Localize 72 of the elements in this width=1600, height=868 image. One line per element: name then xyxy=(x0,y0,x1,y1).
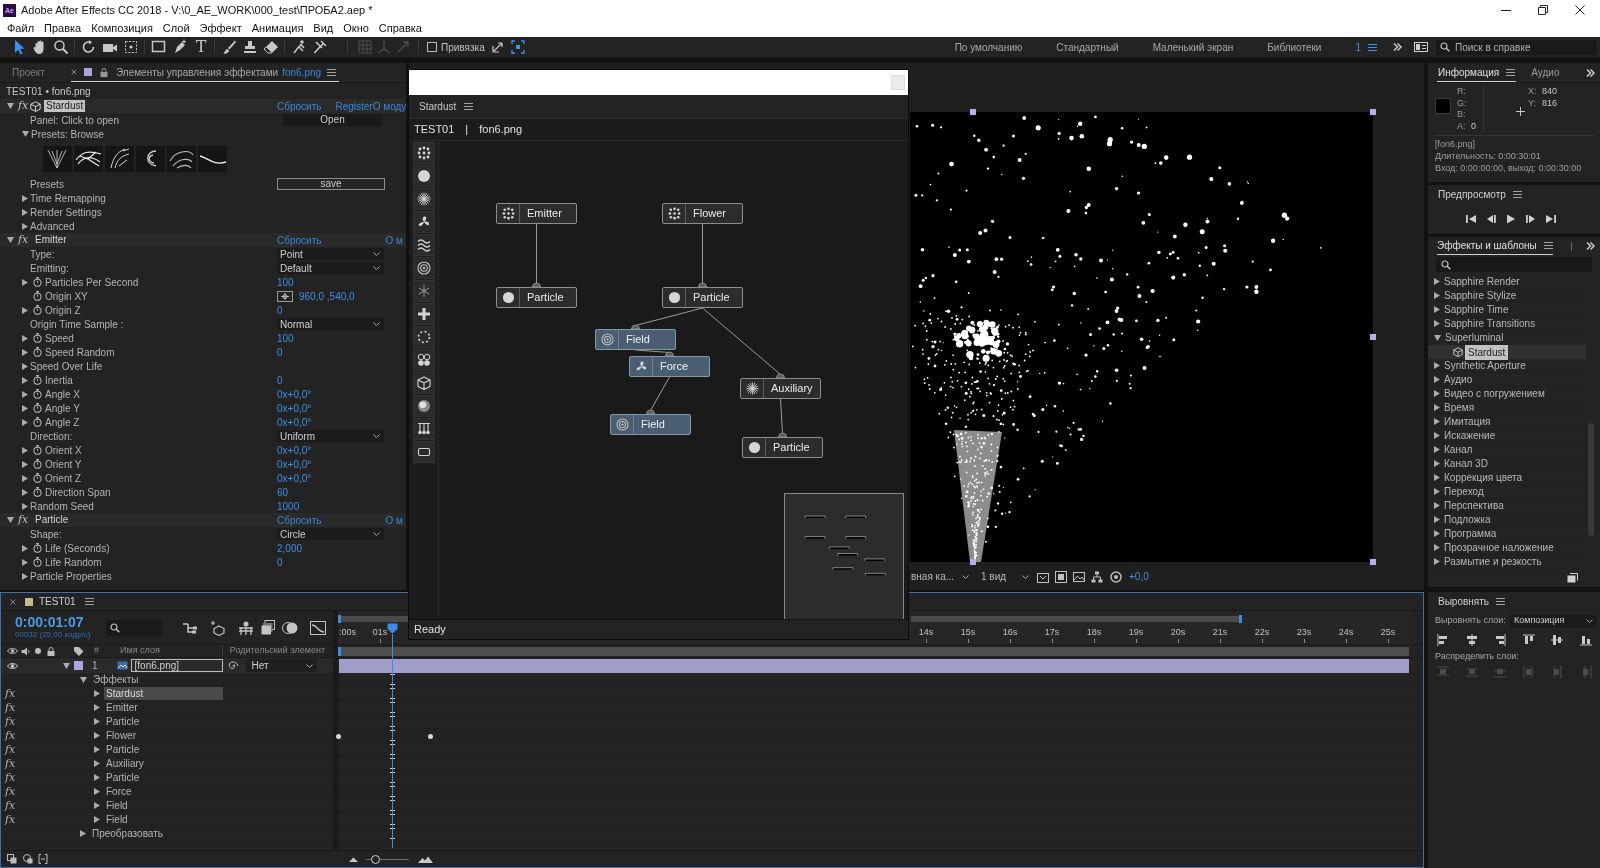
property-label: Direction Span xyxy=(45,485,111,500)
property-label: Shape: xyxy=(29,527,62,542)
time-label: 14s xyxy=(918,627,934,637)
time-label: 25s xyxy=(1380,627,1396,637)
property-label: Speed Random xyxy=(45,345,115,360)
property-label: Life (Seconds) xyxy=(45,541,110,556)
coordinate-label: X: xyxy=(1528,86,1538,98)
group-label: Advanced xyxy=(30,219,75,234)
property-label: Speed xyxy=(45,331,74,346)
coordinate-value: 816 xyxy=(1542,97,1558,109)
group-label: Presets: Browse xyxy=(31,127,104,142)
group-label: Particle Properties xyxy=(30,569,112,584)
column-header: Родительский элемент xyxy=(229,644,326,658)
property-label: Type: xyxy=(29,247,55,262)
time-label: 20s xyxy=(1170,627,1186,637)
property-label: Angle X xyxy=(45,387,81,402)
composition-name: TEST01 xyxy=(414,122,455,138)
separator-text: | xyxy=(465,122,469,138)
layer-number: 1 xyxy=(92,659,98,673)
channel-label: A: xyxy=(1457,120,1467,132)
property-label: Emitting: xyxy=(29,261,69,276)
property-label: Direction: xyxy=(29,429,73,444)
time-label: 15s xyxy=(960,627,976,637)
time-label: 01s xyxy=(372,627,388,637)
time-label: 23s xyxy=(1296,627,1312,637)
property-label: Origin Time Sample : xyxy=(29,317,124,332)
column-header: # xyxy=(94,644,99,658)
channel-label: R: xyxy=(1457,86,1467,98)
align-label: Выровнять слои: xyxy=(1435,614,1506,628)
channel-label: G: xyxy=(1457,97,1468,109)
property-label: Panel: Click to open xyxy=(29,113,119,128)
property-label: Origin Z xyxy=(45,303,81,318)
group-label: Speed Over Life xyxy=(30,359,103,374)
breadcrumb: TEST01 • fon6.png xyxy=(6,84,91,99)
distribute-label: Распределить слои: xyxy=(1435,650,1519,664)
column-header: Имя слоя xyxy=(120,644,160,658)
coordinate-label: Y: xyxy=(1528,97,1537,109)
time-label: 19s xyxy=(1128,627,1144,637)
coordinate-value: 840 xyxy=(1542,86,1558,98)
property-label: Life Random xyxy=(45,555,102,570)
info-text: Вход: 0:00:00:00, выход: 0:00:30:00 xyxy=(1435,162,1583,174)
info-text: Длительность: 0:00:30:01 xyxy=(1435,150,1542,162)
panel-title: Выровнять xyxy=(1438,594,1490,609)
window-title: Adobe After Effects CC 2018 - V:\0_AE_WORK\000_test\ПРОБА2.aep * xyxy=(21,3,373,18)
time-label: 16s xyxy=(1002,627,1018,637)
time-label: 24s xyxy=(1338,627,1354,637)
group-label: Random Seed xyxy=(30,499,94,514)
property-label: Orient Y xyxy=(45,457,82,472)
status-text: Ready xyxy=(414,622,446,638)
property-label: Origin XY xyxy=(45,289,88,304)
panel-title: Предпросмотр xyxy=(1438,188,1506,202)
time-label: 17s xyxy=(1044,627,1060,637)
channel-value: 0 xyxy=(1471,120,1476,132)
property-label: Particles Per Second xyxy=(45,275,139,290)
channel-label: B: xyxy=(1457,109,1467,121)
property-label: Angle Z xyxy=(45,415,80,430)
panel-title: Stardust xyxy=(419,100,457,114)
layer-name: fon6.png xyxy=(479,122,523,138)
time-label: 22s xyxy=(1254,627,1270,637)
frame-rate-text: 00032 (25,00 кадр/с) xyxy=(15,630,92,640)
time-label: 21s xyxy=(1212,627,1228,637)
property-label: Orient Z xyxy=(45,471,82,486)
property-label: Inertia xyxy=(45,373,73,388)
group-label: Render Settings xyxy=(30,205,102,220)
property-label: Presets xyxy=(29,177,64,192)
time-label: 18s xyxy=(1086,627,1102,637)
time-label: :00s xyxy=(339,627,356,637)
property-label: Angle Y xyxy=(45,401,80,416)
info-text: [fon6.png] xyxy=(1435,138,1477,150)
property-label: Orient X xyxy=(45,443,82,458)
snap-label: Привязка xyxy=(441,40,485,55)
group-label: Time Remapping xyxy=(30,191,106,206)
